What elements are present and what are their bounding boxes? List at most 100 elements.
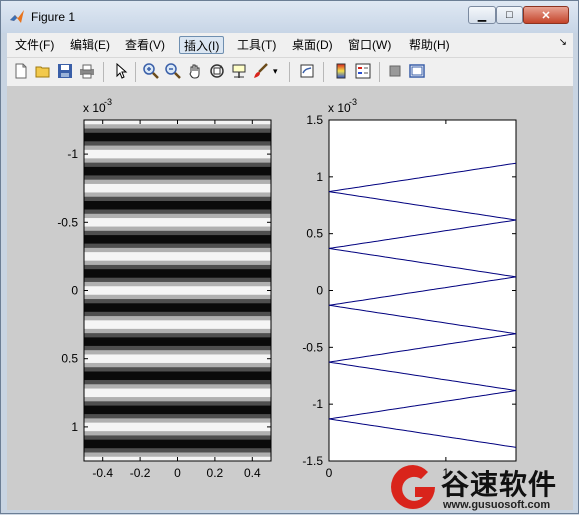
image-band [84,358,271,364]
link-plot-icon[interactable] [299,63,315,79]
right-exponent-base: x 10 [328,101,351,115]
image-band [84,435,271,441]
image-band [84,137,271,142]
minimize-button[interactable]: ▁ [468,6,496,24]
image-band [84,175,271,181]
image-band [84,124,271,130]
brush-dropdown-icon[interactable]: ▾ [273,63,283,79]
figure-canvas: -0.4 -0.2 0 0.2 0.4 -1 -0.5 0 0.5 1 x 10 -3 0 1 1… [7,86,573,510]
colorbar-icon[interactable] [333,63,349,79]
image-band [84,183,271,189]
image-band [84,132,271,138]
image-band [84,141,271,147]
image-band [84,337,271,343]
image-band [84,384,271,390]
menu-tools[interactable]: 工具(T) [233,36,280,54]
toolbar: ▾ [7,57,573,86]
image-band [84,209,271,215]
image-band [84,264,271,270]
image-band [84,205,271,211]
image-band [84,145,271,151]
window-title: Figure 1 [31,10,76,24]
gusu-logo-icon [391,465,435,509]
image-band [84,179,271,185]
y-tick-label: 1 [71,420,78,434]
zoom-in-icon[interactable] [143,63,159,79]
data-cursor-icon[interactable] [231,63,247,79]
image-band [84,162,271,168]
image-band [84,380,271,385]
edit-plot-arrow-icon[interactable] [113,63,129,79]
image-band [84,362,271,368]
brush-icon[interactable] [253,63,269,79]
show-plot-tools-icon[interactable] [409,63,425,79]
y-tick-label: 1 [316,170,323,184]
image-band [84,401,271,407]
image-band [84,426,271,432]
image-band [84,277,271,283]
image-band [84,226,271,232]
menu-insert[interactable]: 插入(I) [179,36,225,54]
image-band [84,448,271,454]
new-figure-icon[interactable] [13,63,29,79]
figure-plots: -0.4 -0.2 0 0.2 0.4 -1 -0.5 0 0.5 1 x 10 -3 0 1 1… [57,97,517,480]
image-band [84,171,271,177]
image-band [84,149,271,155]
zoom-out-icon[interactable] [165,63,181,79]
image-band [84,299,271,304]
image-band [84,260,271,266]
y-tick-label: 0.5 [61,352,78,366]
print-icon[interactable] [79,63,95,79]
menu-view[interactable]: 查看(V) [121,36,169,54]
image-band [84,431,271,437]
y-tick-label: -1.5 [302,454,323,468]
close-button[interactable]: ✕ [523,6,569,24]
y-tick-label: -1 [67,147,78,161]
left-exponent-base: x 10 [83,101,106,115]
right-axes[interactable]: 01 1.510.50-0.5-1-1.5 x 10 -3 [302,97,517,480]
image-band [84,320,271,326]
hide-plot-tools-icon[interactable] [387,63,403,79]
title-bar[interactable]: Figure 1 ▁ □ ✕ [1,1,578,33]
legend-icon[interactable] [355,63,371,79]
toolbar-separator [379,62,380,82]
rotate-3d-icon[interactable] [209,63,225,79]
y-tick-label: -0.5 [302,340,323,354]
save-icon[interactable] [57,63,73,79]
y-tick-label: 1.5 [306,113,323,127]
image-band [84,235,271,240]
image-band [84,247,271,253]
image-band [84,422,271,428]
watermark-logo: 谷速软件 www.gusuosoft.com [387,459,579,515]
y-tick-label: -1 [312,397,323,411]
image-band [84,388,271,394]
y-tick-label: 0 [71,284,78,298]
x-tick-label: 0 [174,466,181,480]
image-band [84,128,271,134]
image-band [84,328,271,334]
image-band [84,290,271,296]
image-band [84,239,271,245]
figure-window: Figure 1 ▁ □ ✕ 文件(F) 编辑(E) 查看(V) 插入(I) 工… [0,0,579,514]
maximize-button[interactable]: □ [496,6,523,24]
right-exponent-power: -3 [349,97,357,107]
image-band [84,405,271,411]
menu-overflow-icon[interactable]: ↘ [559,37,567,48]
menu-desktop[interactable]: 桌面(D) [288,36,337,54]
image-band [84,213,271,219]
image-band [84,409,271,415]
menu-window[interactable]: 窗口(W) [344,36,395,54]
menu-help[interactable]: 帮助(H) [405,36,454,54]
image-band [84,269,271,275]
menu-file[interactable]: 文件(F) [11,36,58,54]
menu-edit[interactable]: 编辑(E) [66,36,114,54]
toolbar-separator [135,62,136,82]
image-band [84,196,271,202]
open-icon[interactable] [35,63,51,79]
image-band [84,166,271,172]
y-tick-label: 0 [316,284,323,298]
pan-hand-icon[interactable] [187,63,203,79]
left-axes[interactable]: -0.4 -0.2 0 0.2 0.4 -1 -0.5 0 0.5 1 x 10 -3 [57,97,272,480]
x-tick-label: 0 [326,466,333,480]
image-band [84,154,271,159]
